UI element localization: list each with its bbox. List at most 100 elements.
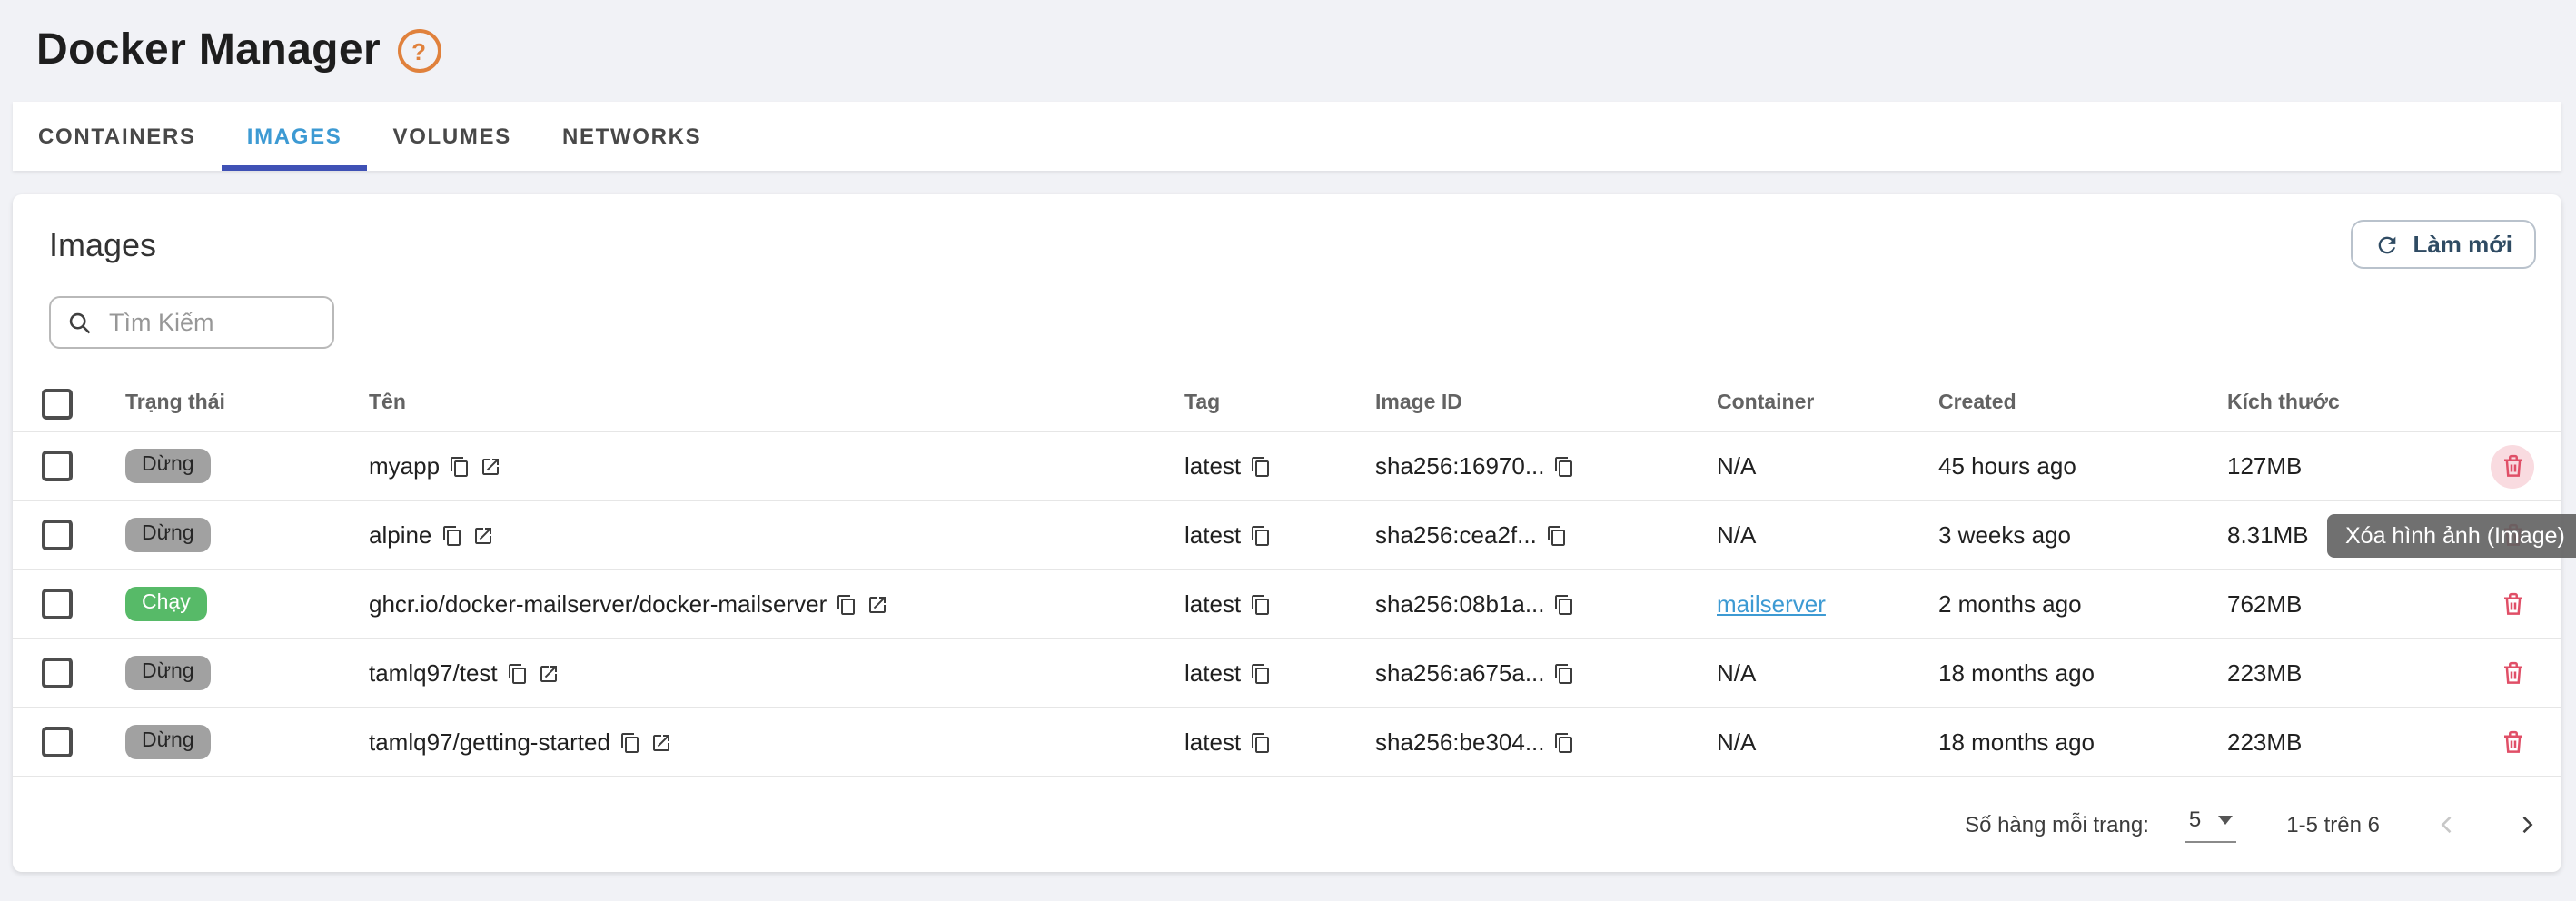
col-name: Tên — [369, 392, 1184, 414]
created-value: 2 months ago — [1938, 590, 2227, 618]
page-header: Docker Manager ? — [0, 0, 2576, 76]
row-checkbox[interactable] — [42, 727, 73, 757]
tab-containers[interactable]: CONTAINERS — [13, 102, 222, 171]
search-box — [49, 296, 334, 349]
container-value: N/A — [1717, 452, 1756, 480]
search-icon — [67, 310, 93, 335]
pagination: Số hàng mỗi trang: 5 1-5 trên 6 — [13, 777, 2561, 872]
trash-icon — [2499, 452, 2526, 480]
select-all-checkbox[interactable] — [42, 388, 73, 419]
copy-icon[interactable] — [1250, 731, 1272, 753]
next-page-button[interactable] — [2514, 812, 2540, 837]
refresh-button[interactable]: Làm mới — [2351, 220, 2536, 269]
image-id-value: sha256:16970... — [1375, 452, 1545, 480]
pagination-range: 1-5 trên 6 — [2286, 812, 2380, 837]
copy-icon[interactable] — [507, 662, 529, 684]
rows-per-page-label: Số hàng mỗi trang: — [1965, 812, 2149, 837]
col-size: Kích thước — [2227, 392, 2463, 414]
row-checkbox[interactable] — [42, 589, 73, 619]
status-badge: Chạy — [125, 587, 207, 621]
table-row: Dừng myapp latest sha256:16970... N/A 45… — [13, 432, 2561, 501]
caret-down-icon — [2217, 815, 2232, 824]
tab-volumes[interactable]: VOLUMES — [368, 102, 537, 171]
delete-image-button[interactable] — [2491, 582, 2534, 626]
row-checkbox[interactable] — [42, 520, 73, 550]
tab-images[interactable]: IMAGES — [222, 102, 368, 171]
page-title: Docker Manager — [36, 25, 381, 76]
delete-image-button[interactable] — [2491, 444, 2534, 488]
size-value: 223MB — [2227, 728, 2463, 756]
container-link[interactable]: mailserver — [1717, 590, 1826, 618]
copy-icon[interactable] — [1554, 455, 1576, 477]
copy-icon[interactable] — [1250, 524, 1272, 546]
image-id-value: sha256:a675a... — [1375, 659, 1545, 687]
image-name: alpine — [369, 521, 431, 549]
col-container: Container — [1717, 392, 1938, 414]
chevron-left-icon — [2434, 812, 2460, 837]
help-icon[interactable]: ? — [397, 29, 441, 73]
copy-icon[interactable] — [441, 524, 462, 546]
table-header-row: Trạng thái Tên Tag Image ID Container Cr… — [13, 376, 2561, 432]
open-in-new-icon[interactable] — [471, 524, 493, 546]
created-value: 45 hours ago — [1938, 452, 2227, 480]
refresh-button-label: Làm mới — [2413, 231, 2512, 258]
delete-image-button[interactable] — [2491, 720, 2534, 764]
chevron-right-icon — [2514, 812, 2540, 837]
container-value: N/A — [1717, 521, 1756, 549]
panel-head: Images — [13, 194, 2561, 263]
image-id-value: sha256:cea2f... — [1375, 521, 1537, 549]
trash-icon — [2499, 590, 2526, 618]
table-row: Dừng tamlq97/getting-started latest sha2… — [13, 708, 2561, 777]
search-input[interactable] — [105, 307, 316, 338]
copy-icon[interactable] — [1546, 524, 1568, 546]
docker-manager-app: Docker Manager ? CONTAINERS IMAGES VOLUM… — [0, 0, 2576, 901]
open-in-new-icon[interactable] — [867, 593, 888, 615]
created-value: 3 weeks ago — [1938, 521, 2227, 549]
table-body: Dừng myapp latest sha256:16970... N/A 45… — [13, 432, 2561, 777]
rows-per-page-value: 5 — [2189, 807, 2201, 832]
col-image-id: Image ID — [1375, 392, 1717, 414]
image-id-value: sha256:08b1a... — [1375, 590, 1545, 618]
copy-icon[interactable] — [1554, 662, 1576, 684]
status-badge: Dừng — [125, 449, 211, 483]
tab-networks[interactable]: NETWORKS — [537, 102, 727, 171]
images-panel: Làm mới Images Trạng thái Tên Tag Image … — [13, 194, 2561, 872]
table-row: Chạy ghcr.io/docker-mailserver/docker-ma… — [13, 570, 2561, 639]
col-tag: Tag — [1184, 392, 1375, 414]
table-row: Dừng tamlq97/test latest sha256:a675a...… — [13, 639, 2561, 708]
container-value: N/A — [1717, 728, 1756, 756]
open-in-new-icon[interactable] — [650, 731, 672, 753]
row-checkbox[interactable] — [42, 658, 73, 688]
row-checkbox[interactable] — [42, 450, 73, 481]
copy-icon[interactable] — [1554, 731, 1576, 753]
table-row: Dừng alpine latest sha256:cea2f... N/A 3… — [13, 501, 2561, 570]
delete-image-button[interactable] — [2491, 651, 2534, 695]
copy-icon[interactable] — [449, 455, 471, 477]
tag-value: latest — [1184, 521, 1241, 549]
copy-icon[interactable] — [1250, 662, 1272, 684]
col-status: Trạng thái — [125, 392, 369, 414]
copy-icon[interactable] — [1250, 593, 1272, 615]
created-value: 18 months ago — [1938, 659, 2227, 687]
image-name: tamlq97/getting-started — [369, 728, 610, 756]
copy-icon[interactable] — [836, 593, 857, 615]
image-name: tamlq97/test — [369, 659, 498, 687]
images-table: Trạng thái Tên Tag Image ID Container Cr… — [13, 376, 2561, 777]
image-id-value: sha256:be304... — [1375, 728, 1545, 756]
panel-title: Images — [49, 227, 2525, 263]
open-in-new-icon[interactable] — [480, 455, 501, 477]
created-value: 18 months ago — [1938, 728, 2227, 756]
open-in-new-icon[interactable] — [538, 662, 560, 684]
delete-tooltip: Xóa hình ảnh (Image) — [2327, 514, 2576, 558]
image-name: myapp — [369, 452, 440, 480]
copy-icon[interactable] — [619, 731, 641, 753]
tag-value: latest — [1184, 452, 1241, 480]
status-badge: Dừng — [125, 725, 211, 759]
copy-icon[interactable] — [1554, 593, 1576, 615]
size-value: 223MB — [2227, 659, 2463, 687]
previous-page-button[interactable] — [2434, 812, 2460, 837]
col-created: Created — [1938, 392, 2227, 414]
copy-icon[interactable] — [1250, 455, 1272, 477]
image-name: ghcr.io/docker-mailserver/docker-mailser… — [369, 590, 827, 618]
rows-per-page-select[interactable]: 5 — [2185, 807, 2235, 843]
